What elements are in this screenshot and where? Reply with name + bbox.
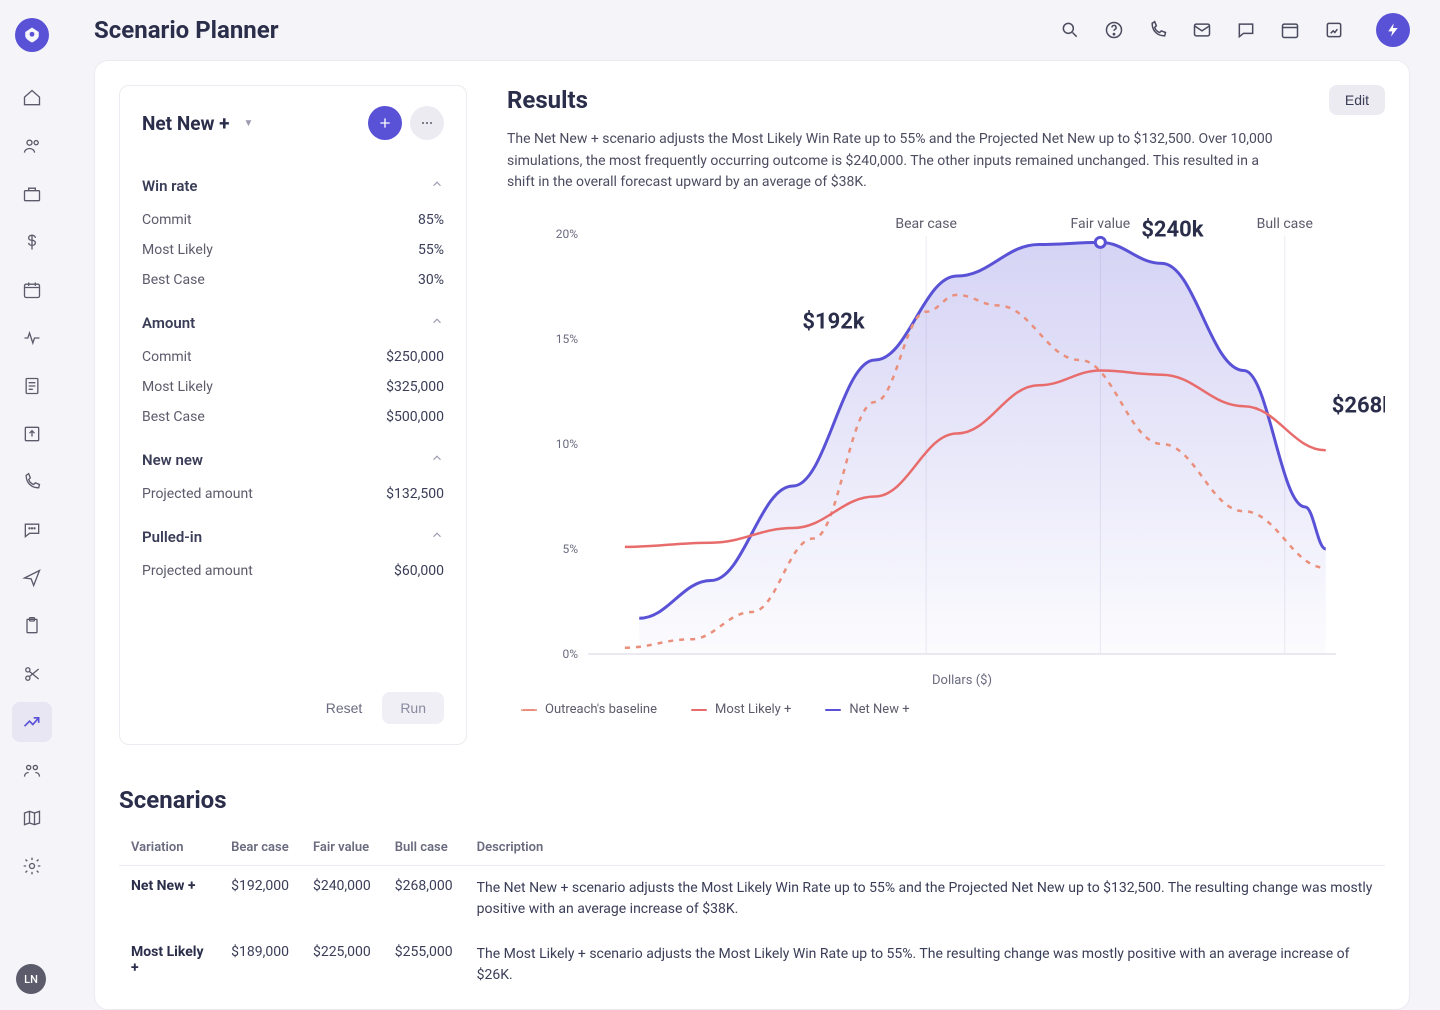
more-button[interactable] — [410, 106, 444, 140]
section-win-rate[interactable]: Win rate — [142, 176, 444, 195]
scenarios-title: Scenarios — [119, 786, 1385, 814]
section-pulled-in[interactable]: Pulled-in — [142, 527, 444, 546]
mail-icon[interactable] — [1190, 18, 1214, 42]
svg-text:Fair value: Fair value — [1071, 216, 1131, 232]
table-row[interactable]: Most Likely +$189,000$225,000$255,000The… — [119, 932, 1385, 998]
chevron-up-icon — [430, 527, 444, 546]
config-row: Best Case$500,000 — [142, 402, 444, 432]
pulse-icon[interactable] — [12, 318, 52, 358]
section-amount[interactable]: Amount — [142, 313, 444, 332]
svg-text:20%: 20% — [556, 227, 578, 241]
calendar-top-icon[interactable] — [1278, 18, 1302, 42]
briefcase-icon[interactable] — [12, 174, 52, 214]
calendar-icon[interactable] — [12, 270, 52, 310]
reset-button[interactable]: Reset — [326, 700, 363, 716]
svg-text:Bull case: Bull case — [1257, 216, 1313, 232]
chat-top-icon[interactable] — [1234, 18, 1258, 42]
group-icon[interactable] — [12, 750, 52, 790]
scenarios-section: Scenarios Variation Bear case Fair value… — [94, 766, 1410, 998]
config-row: Most Likely$325,000 — [142, 372, 444, 402]
table-row[interactable]: Net New +$192,000$240,000$268,000The Net… — [119, 866, 1385, 933]
send-icon[interactable] — [12, 558, 52, 598]
svg-text:$240k: $240k — [1141, 217, 1203, 242]
phone-icon[interactable] — [12, 462, 52, 502]
run-button[interactable]: Run — [382, 692, 444, 724]
results-description: The Net New + scenario adjusts the Most … — [507, 129, 1287, 194]
app-logo[interactable] — [15, 18, 49, 52]
section-net-new[interactable]: New new — [142, 450, 444, 469]
config-row: Most Likely55% — [142, 235, 444, 265]
topbar: Scenario Planner — [64, 0, 1440, 60]
chevron-up-icon — [430, 450, 444, 469]
people-icon[interactable] — [12, 126, 52, 166]
settings-icon[interactable] — [12, 846, 52, 886]
bolt-button[interactable] — [1376, 13, 1410, 47]
svg-text:$192k: $192k — [802, 310, 864, 335]
search-icon[interactable] — [1058, 18, 1082, 42]
svg-text:10%: 10% — [556, 437, 578, 451]
config-row: Projected amount$132,500 — [142, 479, 444, 509]
config-row: Projected amount$60,000 — [142, 556, 444, 586]
svg-text:15%: 15% — [556, 332, 578, 346]
config-row: Commit$250,000 — [142, 342, 444, 372]
avatar[interactable]: LN — [16, 964, 46, 994]
svg-text:0%: 0% — [562, 647, 578, 661]
edit-button[interactable]: Edit — [1329, 85, 1385, 115]
svg-text:Bear case: Bear case — [895, 216, 957, 232]
svg-text:5%: 5% — [562, 542, 578, 556]
distribution-chart: 0% 5% 10% 15% 20% Bear case Fair value Bull cas… — [507, 214, 1385, 744]
chart-legend: Outreach's baseline Most Likely + Net Ne… — [521, 702, 1385, 717]
page-title: Scenario Planner — [94, 16, 279, 44]
clipboard-icon[interactable] — [12, 606, 52, 646]
scenarios-table: Variation Bear case Fair value Bull case… — [119, 830, 1385, 998]
chevron-up-icon — [430, 313, 444, 332]
dollar-icon[interactable] — [12, 222, 52, 262]
phone-top-icon[interactable] — [1146, 18, 1170, 42]
document-icon[interactable] — [12, 366, 52, 406]
svg-text:Dollars ($): Dollars ($) — [932, 673, 992, 688]
config-row: Commit85% — [142, 205, 444, 235]
home-icon[interactable] — [12, 78, 52, 118]
add-button[interactable] — [368, 106, 402, 140]
scenario-name[interactable]: Net New + — [142, 112, 230, 135]
config-row: Best Case30% — [142, 265, 444, 295]
sidebar-left — [0, 0, 64, 1010]
svg-text:$268k: $268k — [1332, 394, 1385, 419]
box-icon[interactable] — [1322, 18, 1346, 42]
upload-icon[interactable] — [12, 414, 52, 454]
help-icon[interactable] — [1102, 18, 1126, 42]
chat-icon[interactable] — [12, 510, 52, 550]
chevron-up-icon — [430, 176, 444, 195]
scissors-icon[interactable] — [12, 654, 52, 694]
results-title: Results — [507, 86, 588, 114]
trending-icon[interactable] — [12, 702, 52, 742]
chevron-down-icon[interactable]: ▼ — [244, 118, 254, 129]
map-icon[interactable] — [12, 798, 52, 838]
